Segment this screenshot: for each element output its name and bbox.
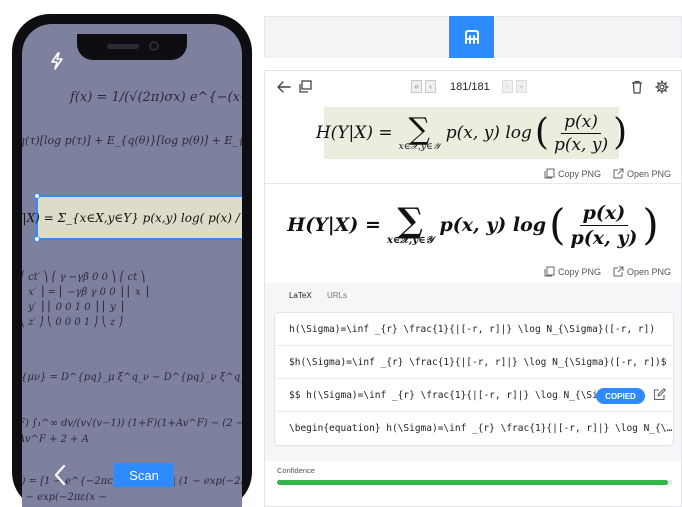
confidence-bar <box>277 480 672 485</box>
formula-fraction: p(x) p(x, y) <box>567 202 640 249</box>
phone-notch <box>77 34 187 60</box>
latex-row[interactable]: \begin{equation} h(\Sigma)=\inf _{r} \fr… <box>275 412 673 445</box>
open-png-button[interactable]: Open PNG <box>613 266 671 277</box>
image-copy-actions: Copy PNG Open PNG <box>544 168 671 179</box>
sum-symbol: ∑ <box>397 201 423 241</box>
crop-handle[interactable] <box>34 193 40 199</box>
bg-formula-line: f(x) = 1/(√(2π)σx) e^{−(x−μ)²/2σ²} <box>70 90 242 105</box>
right-paren: ) <box>642 200 659 249</box>
confidence-label: Confidence <box>277 466 315 475</box>
tab-urls[interactable]: URLs <box>327 291 347 300</box>
confidence-bar-fill <box>277 480 669 485</box>
bg-formula-line: Av^F + 2 + A <box>22 434 89 445</box>
copy-icon <box>544 168 555 179</box>
fraction-denominator: p(x, y) <box>570 226 638 249</box>
left-paren: ( <box>549 200 566 249</box>
pager: « ‹ 181/181 › » <box>411 80 527 93</box>
phone-frame: f(x) = 1/(√(2π)σx) e^{−(x−μ)²/2σ²} q(τ)[… <box>12 14 252 507</box>
latex-text: $h(\Sigma)=\inf _{r} \frac{1}{|[-r, r]|}… <box>289 356 667 368</box>
right-paren: ) <box>613 112 628 153</box>
camera-view: f(x) = 1/(√(2π)σx) e^{−(x−μ)²/2σ²} q(τ)[… <box>22 24 242 507</box>
formula-lhs: H(Y|X) = <box>315 123 393 143</box>
formula-sum: ∑ x∈𝒳,y∈𝒴 <box>387 204 434 246</box>
formula-body: p(x, y) log <box>445 123 532 143</box>
copy-png-button[interactable]: Copy PNG <box>544 266 601 277</box>
formula-fraction: p(x) p(x, y) <box>551 112 611 155</box>
formula-body: p(x, y) log <box>439 214 547 236</box>
latex-row[interactable]: h(\Sigma)=\inf _{r} \frac{1}{|[-r, r]|} … <box>275 313 673 346</box>
formula-sum: ∑ x∈𝒳,y∈𝒴 <box>398 111 440 152</box>
bg-formula-line: F) ∫₁^∞ dv/(v√(v−1)) (1+F)(1+Av^F) − (2 … <box>22 418 242 429</box>
bg-formula-line: q(τ)[log p(τ)] + E_{q(θ)}[log p(θ)] + E_… <box>22 134 242 147</box>
rendered-formula: H(Y|X) = ∑ x∈𝒳,y∈𝒴 p(x, y) log ( p(x) p(… <box>287 202 659 249</box>
fraction-numerator: p(x) <box>579 202 629 226</box>
left-paren: ( <box>534 112 549 153</box>
mathpix-logo-icon[interactable] <box>449 16 494 58</box>
last-page-button[interactable]: » <box>515 80 527 93</box>
open-png-label: Open PNG <box>626 266 671 277</box>
trash-icon[interactable] <box>631 80 643 99</box>
fraction-denominator: p(x, y) <box>553 134 609 155</box>
front-camera <box>149 41 159 51</box>
bg-formula-line: _{μν} = D^{pq}_μ ξ^q_ν − D^{pq}_ν ξ^q_μ … <box>22 372 242 383</box>
selected-formula: H(Y|X) = Σ_{x∈X,y∈Y} p(x,y) log( p(x) / … <box>22 210 242 225</box>
chevron-left-icon[interactable] <box>54 464 66 491</box>
crop-selection-box[interactable]: H(Y|X) = Σ_{x∈X,y∈Y} p(x,y) log( p(x) / … <box>22 193 242 242</box>
copied-badge: COPIED <box>596 388 645 404</box>
confidence-section: Confidence <box>265 461 681 507</box>
bg-formula-line: ⎜ y′ ⎟ ⎜ 0 0 1 0 ⎟ ⎜ y ⎟ <box>22 302 124 313</box>
open-png-label: Open PNG <box>626 168 671 179</box>
latex-row[interactable]: $h(\Sigma)=\inf _{r} \frac{1}{|[-r, r]|}… <box>275 346 673 379</box>
edit-icon[interactable] <box>653 388 666 404</box>
latex-list: h(\Sigma)=\inf _{r} \frac{1}{|[-r, r]|} … <box>274 312 674 446</box>
bg-formula-line: 1 − exp(−2πε(x − <box>22 492 107 503</box>
latex-row[interactable]: $$ h(\Sigma)=\inf _{r} \frac{1}{|[-r, r]… <box>275 379 673 412</box>
latex-text: $$ h(\Sigma)=\inf _{r} \frac{1}{|[-r, r]… <box>289 389 604 401</box>
external-link-icon <box>613 168 624 179</box>
gear-icon[interactable] <box>655 80 669 99</box>
open-png-button[interactable]: Open PNG <box>613 168 671 179</box>
bg-formula-line: ⎜ x′ ⎟ = ⎜ −γβ γ 0 0 ⎟ ⎜ x ⎟ <box>22 287 149 298</box>
captured-formula: H(Y|X) = ∑ x∈𝒳,y∈𝒴 p(x, y) log ( p(x) p(… <box>316 112 627 155</box>
latex-text: h(\Sigma)=\inf _{r} \frac{1}{|[-r, r]|} … <box>289 323 656 335</box>
output-formats-area: LaTeX URLs h(\Sigma)=\inf _{r} \frac{1}{… <box>265 283 681 461</box>
copy-png-label: Copy PNG <box>557 168 601 179</box>
result-panel: « ‹ 181/181 › » H(Y|X) = ∑ x∈𝒳,y∈𝒴 p(x, … <box>264 70 682 507</box>
copy-png-label: Copy PNG <box>557 266 601 277</box>
bg-formula-line: ⎛ ct′ ⎞ ⎛ γ −γβ 0 0 ⎞ ⎛ ct ⎞ <box>22 272 146 283</box>
formula-lhs: H(Y|X) = <box>287 214 381 236</box>
page-indicator: 181/181 <box>450 80 490 93</box>
external-link-icon <box>613 266 624 277</box>
captured-image-preview: H(Y|X) = ∑ x∈𝒳,y∈𝒴 p(x, y) log ( p(x) p(… <box>316 107 627 159</box>
crop-handle[interactable] <box>34 236 40 242</box>
lightning-icon[interactable] <box>50 52 64 75</box>
rendered-formula-preview: H(Y|X) = ∑ x∈𝒳,y∈𝒴 p(x, y) log ( p(x) p(… <box>265 185 681 265</box>
next-page-button[interactable]: › <box>501 80 513 93</box>
tab-latex[interactable]: LaTeX <box>289 291 312 300</box>
speaker-grille <box>107 44 139 49</box>
fraction-numerator: p(x) <box>561 112 601 134</box>
rendered-copy-actions: Copy PNG Open PNG <box>544 266 671 277</box>
arrow-left-icon[interactable] <box>277 80 291 98</box>
result-toolbar: « ‹ 181/181 › » <box>265 71 681 105</box>
copy-png-button[interactable]: Copy PNG <box>544 168 601 179</box>
sum-symbol: ∑ <box>408 111 430 147</box>
bg-formula-line: ⎝ z′ ⎠ ⎝ 0 0 0 1 ⎠ ⎝ z ⎠ <box>22 317 124 328</box>
first-page-button[interactable]: « <box>411 80 422 93</box>
scan-button[interactable]: Scan <box>114 463 174 487</box>
prev-page-button[interactable]: ‹ <box>425 80 436 93</box>
sum-subscript: x∈𝒳,y∈𝒴 <box>398 141 440 152</box>
screenshot-icon[interactable] <box>299 80 312 98</box>
camera-math-background: f(x) = 1/(√(2π)σx) e^{−(x−μ)²/2σ²} q(τ)[… <box>22 24 242 507</box>
latex-text: \begin{equation} h(\Sigma)=\inf _{r} \fr… <box>289 423 673 434</box>
copy-icon <box>544 266 555 277</box>
sum-subscript: x∈𝒳,y∈𝒴 <box>386 235 434 246</box>
divider <box>265 183 681 184</box>
